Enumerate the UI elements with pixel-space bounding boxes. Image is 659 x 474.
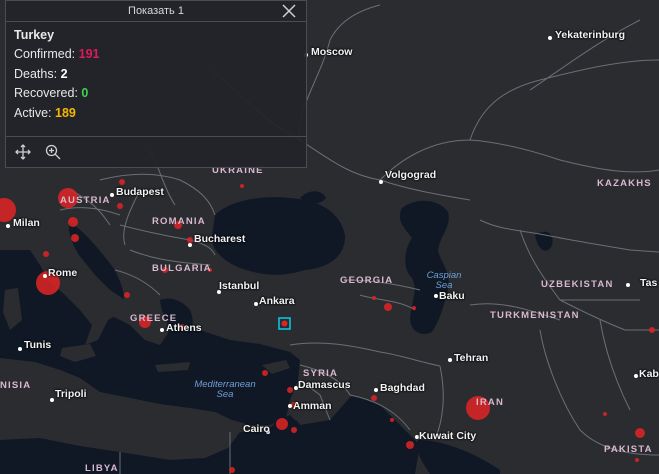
city-label-tehran: Tehran	[454, 352, 489, 364]
marker-circle	[635, 458, 639, 462]
city-label-tashkent: Tas	[640, 277, 658, 289]
city-label-rome: Rome	[48, 267, 78, 279]
stat-row-confirmed: Confirmed: 191	[14, 47, 298, 67]
city-label-kuwait-city: Kuwait City	[419, 430, 477, 442]
city-label-ankara: Ankara	[259, 295, 295, 307]
marker-circle	[287, 387, 293, 393]
info-popup: Показать 1 Turkey Confirmed: 191 Deaths:…	[5, 0, 307, 168]
marker-circle	[406, 441, 414, 449]
city-label-istanbul: Istanbul	[219, 280, 260, 292]
zoom-in-icon[interactable]	[44, 143, 62, 161]
stat-label: Active:	[14, 105, 52, 120]
marker-circle	[635, 428, 645, 438]
marker-circle	[262, 370, 268, 376]
marker-circle	[187, 237, 193, 243]
city-label-budapest: Budapest	[116, 186, 164, 198]
move-icon[interactable]	[14, 143, 32, 161]
city-label-cairo: Cairo	[243, 423, 270, 435]
stat-row-recovered: Recovered: 0	[14, 86, 298, 106]
marker-circle	[412, 306, 416, 310]
country-label-libya: LIBYA	[85, 463, 119, 474]
sea-label-caspian: Caspian Sea	[424, 271, 464, 290]
city-label-baku: Baku	[439, 290, 465, 302]
stat-row-active: Active: 189	[14, 106, 298, 126]
popup-body: Turkey Confirmed: 191 Deaths: 2 Recovere…	[6, 22, 306, 131]
city-label-kabul: Kab	[639, 368, 659, 380]
marker-circle	[291, 427, 297, 433]
sea-label-caspian-line2: Sea	[435, 279, 453, 291]
popup-country-name: Turkey	[14, 28, 55, 42]
marker-circle	[124, 292, 130, 298]
country-label-syria: SYRIA	[303, 368, 339, 379]
marker-circle	[649, 327, 655, 333]
country-label-tunisia: NISIA	[0, 380, 32, 391]
marker-circle	[390, 418, 394, 422]
marker-circle	[371, 395, 377, 401]
selected-marker[interactable]	[281, 320, 288, 327]
marker-circle	[240, 184, 244, 188]
city-label-bucharest: Bucharest	[194, 233, 246, 245]
city-label-moscow: Moscow	[311, 46, 353, 58]
stat-value-confirmed: 191	[78, 47, 100, 61]
move-icon-glyph[interactable]	[14, 143, 32, 161]
marker-circle	[68, 217, 78, 227]
marker-circle	[71, 234, 79, 242]
stat-value-deaths: 2	[60, 66, 68, 81]
close-icon-glyph[interactable]	[282, 4, 296, 18]
city-label-tripoli: Tripoli	[55, 388, 87, 400]
country-label-uzbekistan: UZBEKISTAN	[541, 279, 614, 290]
stat-label: Deaths:	[14, 66, 58, 81]
country-label-greece: GREECE	[130, 313, 178, 324]
country-label-bulgaria: BULGARIA	[152, 263, 212, 274]
city-label-amman: Amman	[293, 400, 332, 412]
stat-label: Recovered:	[14, 86, 78, 100]
country-label-iran: IRAN	[476, 397, 505, 408]
marker-circle	[119, 179, 125, 185]
sea-label-mediterranean: Mediterranean Sea	[180, 380, 270, 399]
stat-value-active: 189	[55, 105, 76, 120]
marker-circle	[384, 303, 392, 311]
country-label-austria: AUSTRIA	[60, 195, 111, 206]
stat-row-deaths: Deaths: 2	[14, 67, 298, 87]
city-label-milan: Milan	[13, 217, 40, 229]
marker-circle	[603, 412, 607, 416]
marker-circle	[276, 418, 288, 430]
city-label-damascus: Damascus	[298, 379, 351, 391]
popup-header: Показать 1	[6, 1, 306, 22]
stat-value-recovered: 0	[81, 86, 89, 100]
marker-circle	[229, 467, 235, 473]
popup-title: Показать 1	[128, 5, 184, 17]
country-label-turkmenistan: TURKMENISTAN	[490, 310, 580, 321]
country-label-romania: ROMANIA	[152, 216, 206, 227]
stat-label: Confirmed:	[14, 47, 76, 61]
close-icon[interactable]	[282, 2, 296, 21]
city-label-baghdad: Baghdad	[380, 382, 425, 394]
zoom-in-icon-glyph[interactable]	[44, 143, 62, 161]
country-label-pakistan: PAKISTA	[604, 444, 653, 455]
city-label-yekaterinburg: Yekaterinburg	[555, 29, 626, 41]
marker-circle	[372, 296, 376, 300]
marker-circle	[43, 251, 49, 257]
popup-toolbar	[6, 136, 306, 167]
city-label-volgograd: Volgograd	[385, 169, 437, 181]
city-label-tunis: Tunis	[24, 339, 52, 351]
city-label-athens: Athens	[166, 322, 202, 334]
marker-circle	[117, 203, 123, 209]
country-label-kazakhstan: KAZAKHS	[597, 178, 652, 189]
sea-label-mediterranean-line2: Sea	[216, 388, 234, 400]
country-label-georgia: GEORGIA	[340, 275, 394, 286]
